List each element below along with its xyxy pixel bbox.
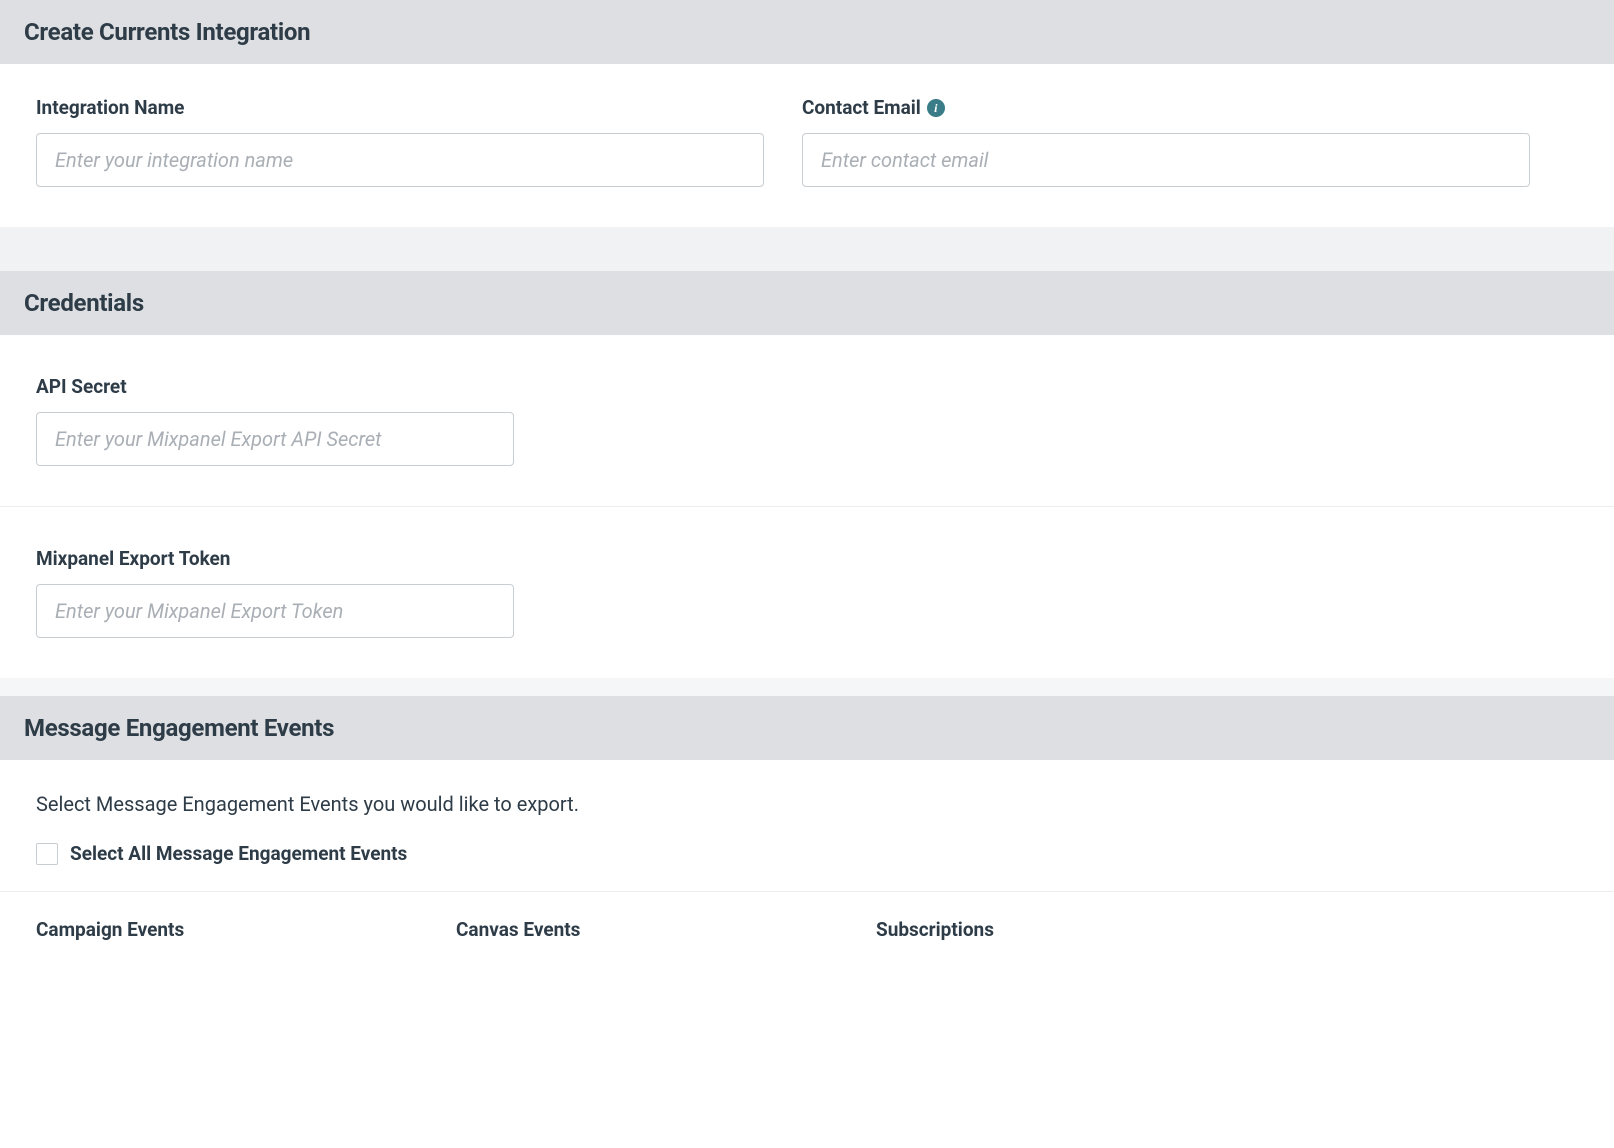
credentials-header: Credentials [0, 271, 1614, 335]
select-all-label: Select All Message Engagement Events [70, 842, 407, 865]
integration-name-label: Integration Name [36, 96, 764, 119]
events-description: Select Message Engagement Events you wou… [36, 792, 1578, 816]
token-label: Mixpanel Export Token [36, 547, 514, 570]
event-columns-row: Campaign Events Canvas Events Subscripti… [0, 891, 1614, 941]
contact-email-label-text: Contact Email [802, 96, 921, 119]
contact-email-input[interactable] [802, 133, 1530, 187]
integration-section-body: Integration Name Contact Email i [0, 64, 1614, 227]
select-all-checkbox-row[interactable]: Select All Message Engagement Events [36, 842, 407, 865]
subscriptions-heading: Subscriptions [876, 918, 1296, 941]
events-header: Message Engagement Events [0, 696, 1614, 760]
token-input[interactable] [36, 584, 514, 638]
token-block: Mixpanel Export Token [0, 507, 1614, 678]
page-title: Create Currents Integration [24, 18, 310, 46]
canvas-events-heading: Canvas Events [456, 918, 876, 941]
integration-name-input[interactable] [36, 133, 764, 187]
info-icon[interactable]: i [927, 99, 945, 117]
events-body: Select Message Engagement Events you wou… [0, 760, 1614, 941]
api-secret-block: API Secret [0, 335, 1614, 506]
integration-name-group: Integration Name [36, 96, 764, 187]
campaign-events-heading: Campaign Events [36, 918, 456, 941]
events-title: Message Engagement Events [24, 714, 334, 742]
integration-form-row: Integration Name Contact Email i [36, 96, 1578, 187]
section-gap-thin [0, 678, 1614, 696]
select-all-checkbox[interactable] [36, 843, 58, 865]
contact-email-group: Contact Email i [802, 96, 1530, 187]
subscriptions-column: Subscriptions [876, 918, 1296, 941]
campaign-events-column: Campaign Events [36, 918, 456, 941]
api-secret-input[interactable] [36, 412, 514, 466]
page-title-header: Create Currents Integration [0, 0, 1614, 64]
token-group: Mixpanel Export Token [36, 547, 514, 638]
api-secret-label: API Secret [36, 375, 514, 398]
section-gap [0, 227, 1614, 271]
canvas-events-column: Canvas Events [456, 918, 876, 941]
credentials-title: Credentials [24, 289, 144, 317]
contact-email-label: Contact Email i [802, 96, 1530, 119]
api-secret-group: API Secret [36, 375, 514, 466]
